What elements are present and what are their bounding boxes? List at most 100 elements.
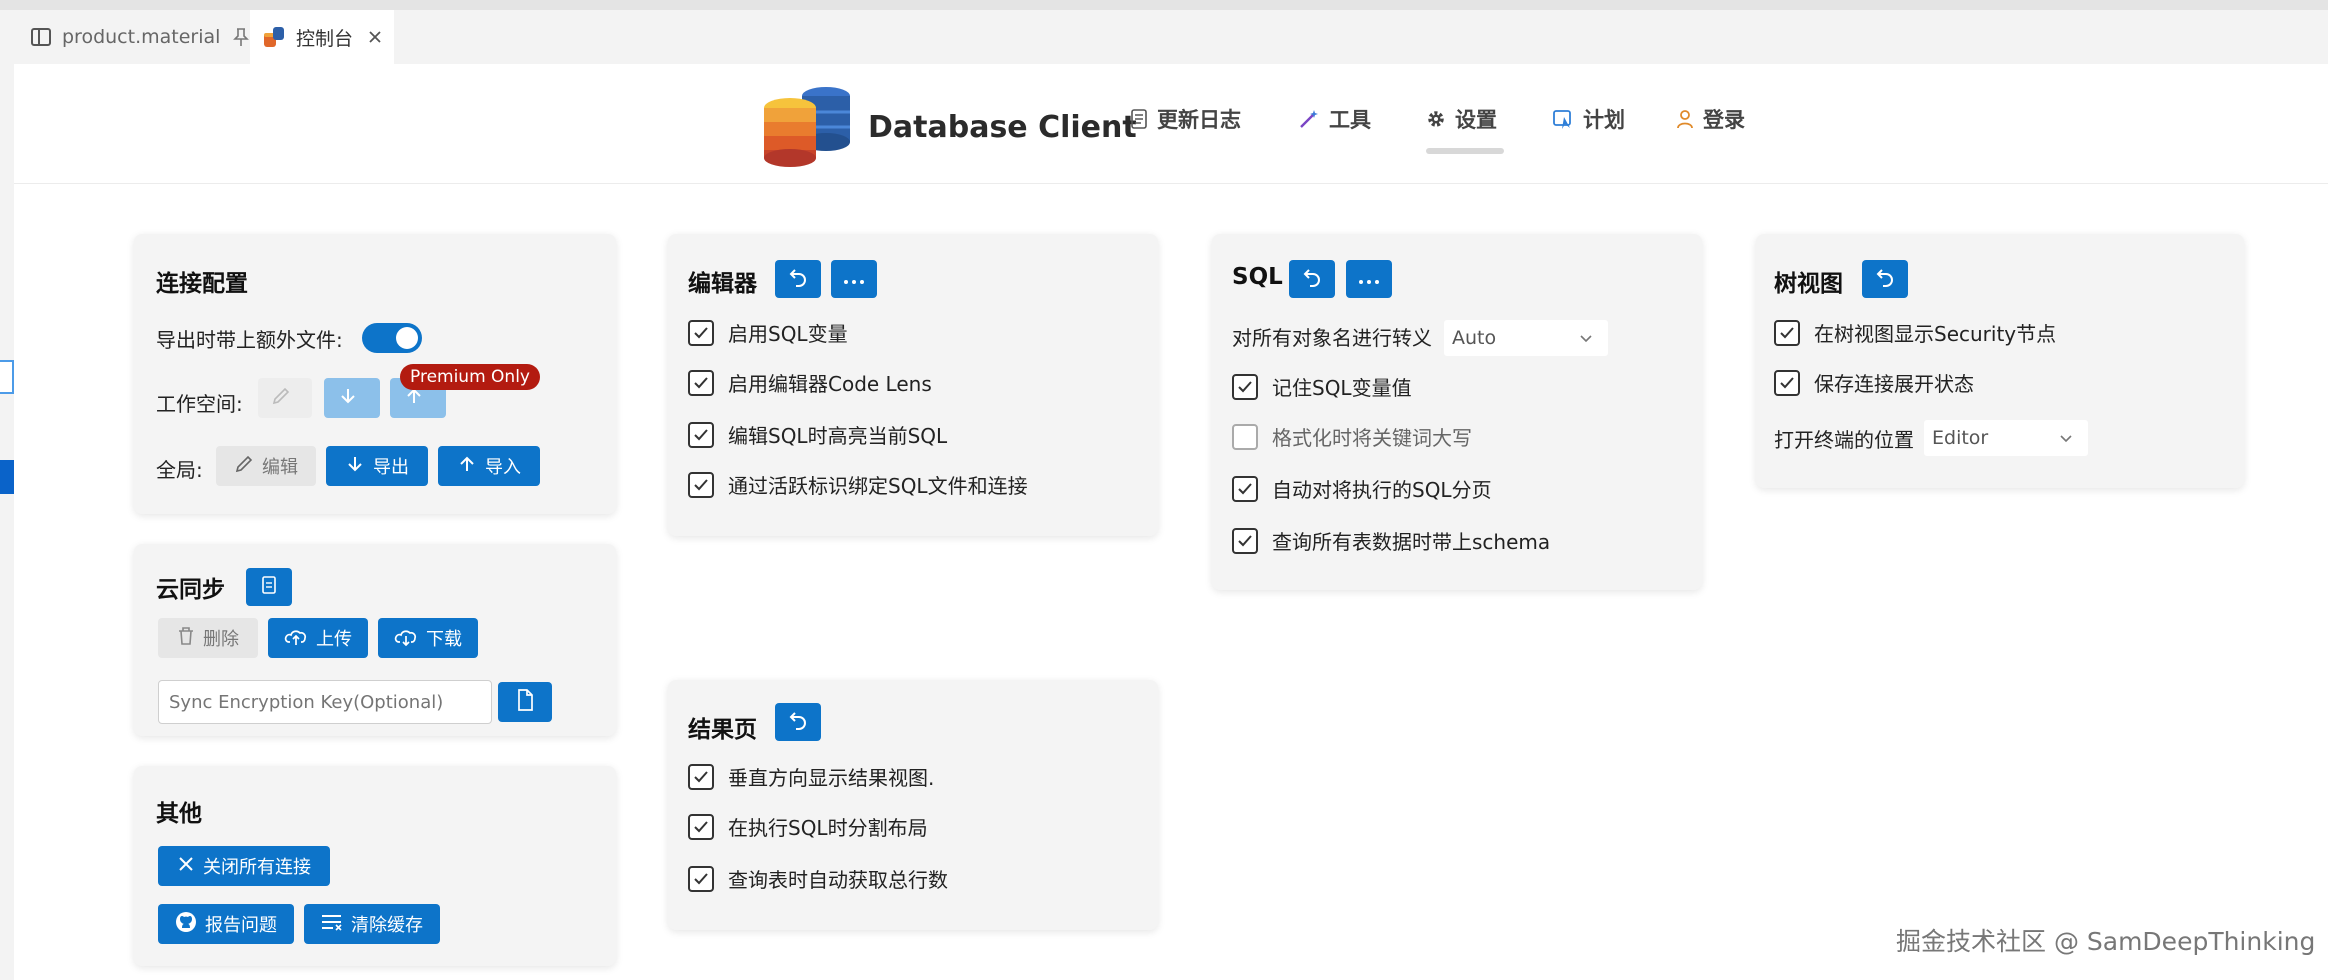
- sync-key-file-button[interactable]: [498, 682, 552, 722]
- option-label: 垂直方向显示结果视图.: [728, 766, 935, 790]
- cloud-delete-button[interactable]: 删除: [158, 618, 258, 658]
- pencil-icon: [234, 454, 262, 479]
- checkbox[interactable]: [1232, 423, 1258, 450]
- result-option-split-layout[interactable]: 在执行SQL时分割布局: [688, 812, 928, 841]
- card-title: SQL: [1232, 264, 1283, 290]
- nav-active-indicator: [1426, 148, 1504, 154]
- close-all-connections-button[interactable]: 关闭所有连接: [158, 846, 330, 886]
- editor-option-sql-variables[interactable]: 启用SQL变量: [688, 318, 848, 347]
- checkbox[interactable]: [1232, 527, 1258, 554]
- terminal-location-select[interactable]: Editor: [1924, 420, 2088, 456]
- option-label: 格式化时将关键词大写: [1272, 426, 1472, 450]
- checkbox[interactable]: [688, 865, 714, 892]
- tab-product-material[interactable]: product.material: [16, 10, 250, 64]
- global-export-button[interactable]: 导出: [326, 446, 428, 486]
- tree-reset-button[interactable]: [1862, 260, 1908, 298]
- checkbox[interactable]: [688, 471, 714, 498]
- changelog-icon: [1130, 109, 1148, 129]
- checkbox[interactable]: [688, 369, 714, 396]
- card-title: 连接配置: [156, 271, 248, 297]
- tab-console[interactable]: 控制台: [250, 10, 394, 64]
- sql-reset-button[interactable]: [1289, 260, 1335, 298]
- app-header: Database Client 更新日志 工具 设置 计划 登录: [14, 64, 2328, 184]
- premium-only-badge: Premium Only: [400, 364, 540, 390]
- option-label: 记住SQL变量值: [1272, 376, 1412, 400]
- editor-option-bind-sql-file[interactable]: 通过活跃标识绑定SQL文件和连接: [688, 470, 1028, 499]
- nav-label: 更新日志: [1157, 108, 1241, 132]
- checkbox[interactable]: [688, 319, 714, 346]
- checkbox[interactable]: [688, 813, 714, 840]
- report-issue-button[interactable]: 报告问题: [158, 904, 294, 944]
- document-icon: [261, 576, 277, 598]
- option-label: 在树视图显示Security节点: [1814, 322, 2057, 346]
- nav-plan[interactable]: 计划: [1552, 104, 1625, 134]
- cloud-docs-button[interactable]: [246, 568, 292, 606]
- result-reset-button[interactable]: [775, 703, 821, 741]
- pin-icon[interactable]: [232, 27, 250, 47]
- checkbox[interactable]: [1232, 475, 1258, 502]
- editor-card: 编辑器 启用SQL变量 启用编辑器Code Lens 编辑SQL时高亮当前SQL…: [668, 234, 1158, 536]
- checkbox[interactable]: [1232, 373, 1258, 400]
- option-label: 启用编辑器Code Lens: [728, 372, 932, 396]
- sync-key-input[interactable]: [158, 680, 492, 724]
- global-import-button[interactable]: 导入: [438, 446, 540, 486]
- other-card: 其他 关闭所有连接 报告问题 清除缓存: [134, 766, 616, 966]
- editor-reset-button[interactable]: [775, 260, 821, 298]
- result-option-vertical[interactable]: 垂直方向显示结果视图.: [688, 762, 934, 791]
- cloud-upload-button[interactable]: 上传: [268, 618, 368, 658]
- tab-label: product.material: [62, 26, 221, 48]
- option-label: 查询表时自动获取总行数: [728, 868, 948, 892]
- undo-icon: [788, 267, 808, 291]
- card-title: 编辑器: [688, 271, 757, 297]
- nav-tools[interactable]: 工具: [1298, 104, 1371, 134]
- escape-select[interactable]: Auto: [1444, 320, 1608, 356]
- user-icon: [1676, 109, 1694, 129]
- chevron-down-icon: [1578, 329, 1594, 351]
- checkbox[interactable]: [1774, 369, 1800, 396]
- export-extra-toggle[interactable]: [362, 323, 422, 353]
- plan-icon: [1552, 108, 1574, 130]
- result-option-total-count[interactable]: 查询表时自动获取总行数: [688, 864, 948, 893]
- option-label: 查询所有表数据时带上schema: [1272, 530, 1551, 554]
- close-icon[interactable]: [367, 29, 383, 45]
- card-title: 树视图: [1774, 271, 1843, 297]
- tab-label: 控制台: [296, 27, 354, 50]
- nav-login[interactable]: 登录: [1676, 104, 1745, 134]
- undo-icon: [1302, 267, 1322, 291]
- sql-option-with-schema[interactable]: 查询所有表数据时带上schema: [1232, 526, 1550, 555]
- gutter-marker-active: [0, 460, 14, 494]
- sql-option-remember-vars[interactable]: 记住SQL变量值: [1232, 372, 1412, 401]
- sql-option-uppercase-keywords[interactable]: 格式化时将关键词大写: [1232, 422, 1472, 451]
- tree-view-card: 树视图 在树视图显示Security节点 保存连接展开状态 打开终端的位置 Ed…: [1756, 234, 2244, 488]
- nav-settings[interactable]: 设置: [1426, 104, 1497, 134]
- button-label: 编辑: [262, 457, 298, 478]
- editor-more-button[interactable]: [831, 260, 877, 298]
- arrow-up-icon: [457, 454, 485, 479]
- sql-more-button[interactable]: [1346, 260, 1392, 298]
- terminal-location-label: 打开终端的位置: [1774, 428, 1914, 452]
- arrow-down-icon: [338, 386, 366, 411]
- close-icon: [177, 855, 203, 878]
- more-icon: [843, 270, 865, 289]
- workspace-export-button[interactable]: [324, 378, 380, 418]
- checkbox[interactable]: [688, 763, 714, 790]
- watermark: 掘金技术社区 @ SamDeepThinking: [1896, 927, 2316, 956]
- database-app-icon: [262, 25, 286, 49]
- github-icon: [175, 911, 205, 938]
- trash-icon: [177, 626, 203, 651]
- sql-option-auto-paginate[interactable]: 自动对将执行的SQL分页: [1232, 474, 1492, 503]
- workspace-edit-button[interactable]: [258, 378, 312, 418]
- global-edit-button[interactable]: 编辑: [216, 446, 316, 486]
- arrow-down-icon: [345, 454, 373, 479]
- tree-option-save-expand[interactable]: 保存连接展开状态: [1774, 368, 1974, 397]
- brand[interactable]: Database Client: [762, 82, 1137, 172]
- checkbox[interactable]: [1774, 319, 1800, 346]
- editor-option-highlight-sql[interactable]: 编辑SQL时高亮当前SQL: [688, 420, 947, 449]
- tree-option-security-node[interactable]: 在树视图显示Security节点: [1774, 318, 2056, 347]
- checkbox[interactable]: [688, 421, 714, 448]
- clear-cache-button[interactable]: 清除缓存: [304, 904, 440, 944]
- editor-option-code-lens[interactable]: 启用编辑器Code Lens: [688, 368, 932, 397]
- select-value: Auto: [1452, 327, 1497, 349]
- nav-changelog[interactable]: 更新日志: [1130, 104, 1241, 134]
- cloud-download-button[interactable]: 下载: [378, 618, 478, 658]
